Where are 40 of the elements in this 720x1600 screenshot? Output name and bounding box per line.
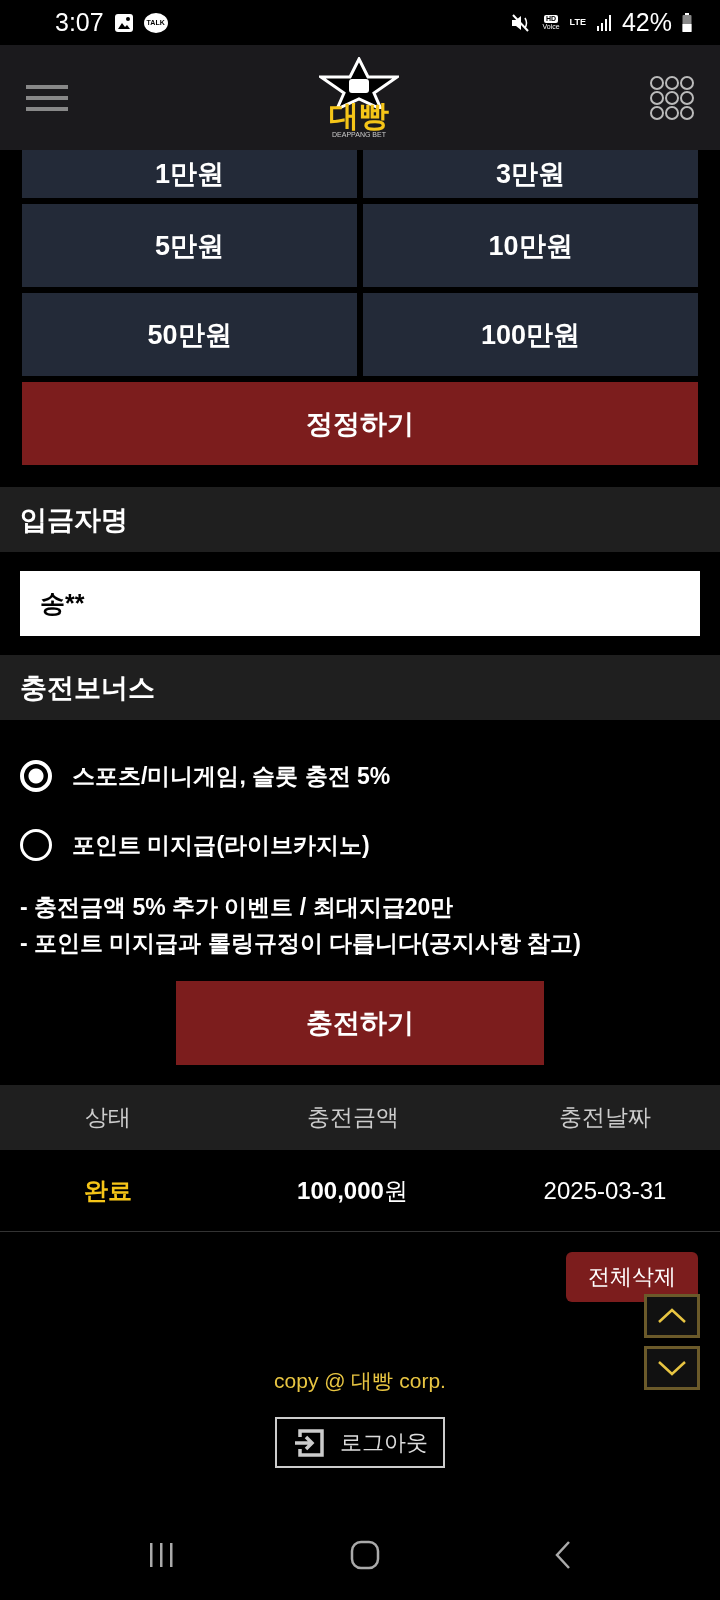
battery-percent: 42% (621, 8, 672, 37)
amount-button[interactable]: 100만원 (363, 293, 698, 376)
option-label[interactable]: 포인트 미지급(라이브카지노) (72, 829, 370, 861)
clock-time: 3:07 (55, 8, 104, 37)
chevron-down-icon (657, 1360, 687, 1376)
amount-button[interactable]: 1만원 (22, 150, 357, 198)
menu-icon[interactable] (26, 82, 68, 113)
notice-text: - 포인트 미지급과 롤링규정이 다릅니다(공지사항 참고) (20, 929, 582, 958)
amount-button[interactable]: 5만원 (22, 204, 357, 287)
radio-button[interactable] (20, 760, 52, 792)
logo-text: 대빵 (329, 100, 389, 131)
amount-button[interactable]: 3만원 (363, 150, 698, 198)
image-icon (113, 12, 134, 33)
battery-icon (682, 12, 692, 33)
delete-all-button[interactable]: 전체삭제 (566, 1252, 698, 1302)
column-header: 충전금액 (305, 1103, 400, 1132)
copyright-text: copy @ 대빵 corp. (273, 1368, 447, 1394)
amount-button[interactable]: 10만원 (363, 204, 698, 287)
depositor-field[interactable]: 송** (20, 571, 700, 636)
chevron-up-icon (657, 1308, 687, 1324)
scroll-down-button[interactable] (644, 1346, 700, 1390)
date-cell-text: 2025-03-31 (542, 1176, 668, 1205)
notice-text: - 충전금액 5% 추가 이벤트 / 최대지급20만 (20, 893, 455, 922)
section-title: 입금자명 (0, 487, 720, 552)
network-label: LTE (569, 18, 586, 27)
column-header: 충전날짜 (558, 1103, 652, 1132)
grid-menu-icon[interactable] (650, 75, 694, 120)
home-icon[interactable] (350, 1540, 380, 1570)
column-header: 상태 (83, 1103, 132, 1132)
amount-cell-text: 100,000원 (296, 1175, 409, 1206)
option-label[interactable]: 스포츠/미니게임, 슬롯 충전 5% (72, 760, 391, 792)
scroll-up-button[interactable] (644, 1294, 700, 1338)
status-cell-text: 완료 (82, 1175, 133, 1206)
logout-button[interactable]: 로그아웃 (275, 1417, 445, 1468)
radio-button[interactable] (20, 829, 52, 861)
amount-button[interactable]: 50만원 (22, 293, 357, 376)
charge-button[interactable]: 충전하기 (176, 981, 544, 1065)
section-title: 충전보너스 (0, 655, 720, 720)
signal-icon (595, 13, 612, 32)
correct-button[interactable]: 정정하기 (22, 382, 698, 465)
